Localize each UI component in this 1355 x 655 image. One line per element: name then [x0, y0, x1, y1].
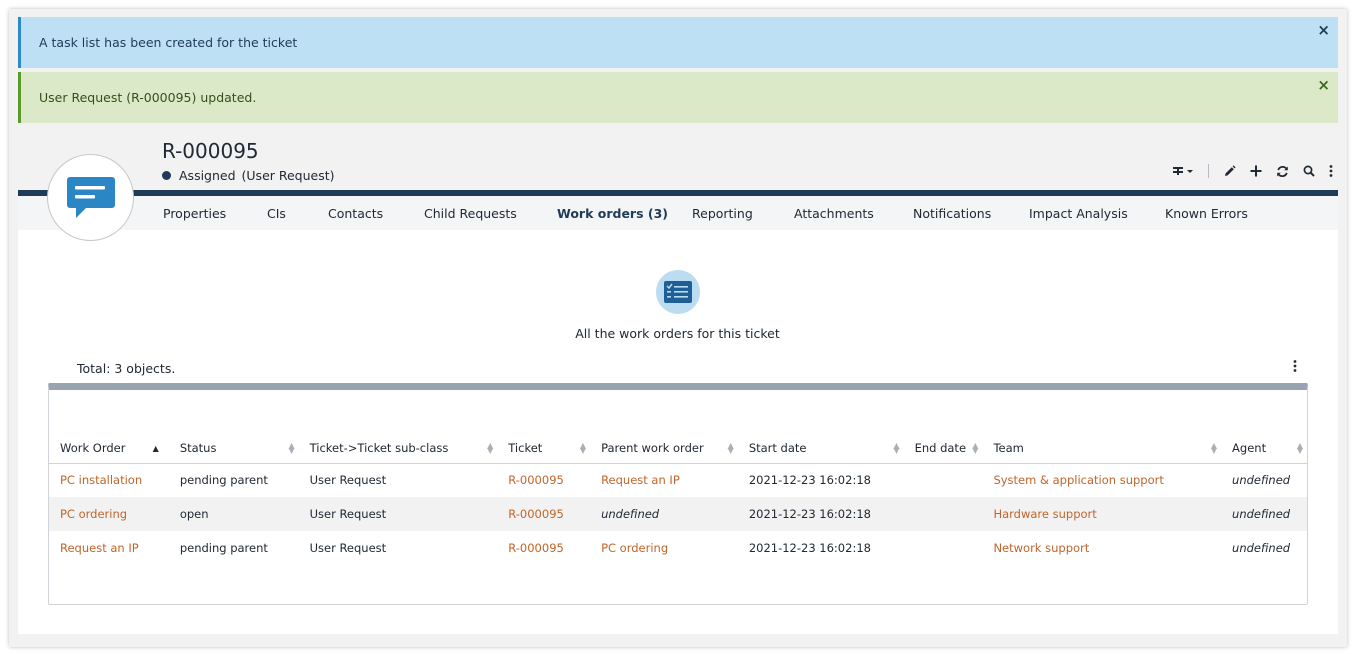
sort-icon: ▲ ▼ [579, 441, 587, 455]
work-orders-table: Work Order ▲ Status ▲ ▼ Ticket->Ticket sub-… [49, 434, 1307, 565]
search-icon[interactable] [1303, 165, 1315, 177]
status-cell: pending parent [179, 473, 268, 488]
sort-icon: ▲ ▼ [487, 441, 494, 455]
end-date-cell [904, 463, 983, 497]
work-orders-description: All the work orders for this ticket [575, 326, 780, 341]
subclass-cell: User Request [309, 473, 387, 488]
column-header-team[interactable]: Team ▲ ▼ [982, 434, 1222, 464]
ticket-class-label: (User Request) [241, 168, 335, 183]
start-date-cell: 2021-12-23 16:02:18 [748, 541, 871, 555]
column-header-work-order[interactable]: Work Order ▲ [49, 434, 169, 464]
ticket-link[interactable]: R-000095 [508, 473, 564, 487]
work-order-link[interactable]: PC installation [60, 473, 142, 487]
tab-attachments[interactable]: Attachments [794, 206, 874, 221]
total-count: Total: 3 objects. [77, 361, 176, 376]
subclass-cell: User Request [309, 541, 387, 555]
work-order-link[interactable]: PC ordering [60, 507, 127, 521]
status-label: Assigned [179, 168, 236, 183]
start-date-cell: 2021-12-23 16:02:18 [748, 473, 871, 488]
subclass-cell: User Request [298, 497, 498, 531]
user-request-icon [66, 176, 115, 218]
column-header-agent[interactable]: Agent ▲ ▼ [1221, 434, 1307, 464]
tab-known-errors[interactable]: Known Errors [1165, 206, 1248, 221]
work-order-link[interactable]: Request an IP [60, 541, 139, 555]
close-icon[interactable]: × [1317, 78, 1330, 93]
refresh-icon[interactable] [1276, 165, 1289, 178]
toolbar-divider [1208, 164, 1209, 178]
column-header-start-date[interactable]: Start date ▲ ▼ [737, 434, 904, 464]
ticket-status: Assigned (User Request) [162, 168, 335, 183]
info-alert: A task list has been created for the tic… [18, 17, 1338, 68]
sort-icon: ▲ ▼ [1296, 441, 1303, 455]
ticket-link[interactable]: R-000095 [508, 507, 564, 521]
column-header-ticket[interactable]: Ticket ▲ ▼ [497, 434, 591, 464]
info-alert-message: A task list has been created for the tic… [39, 35, 298, 50]
more-vertical-icon[interactable] [1329, 165, 1333, 177]
sort-icon: ▲ ▼ [893, 441, 900, 455]
tab-impact-analysis[interactable]: Impact Analysis [1029, 206, 1128, 221]
sort-icon: ▲ ▼ [972, 441, 979, 455]
tab-properties[interactable]: Properties [163, 206, 226, 221]
end-date-cell [903, 497, 983, 531]
pencil-icon[interactable] [1223, 164, 1236, 178]
table-header-row: Work Order ▲ Status ▲ ▼ Ticket->Ticket sub-… [49, 434, 1307, 464]
close-icon[interactable]: × [1317, 23, 1330, 38]
filter-dropdown-icon[interactable] [1172, 165, 1194, 177]
agent-cell: undefined [1232, 473, 1291, 488]
table-row: Request an IP pending parent User Reques… [49, 531, 1307, 565]
column-header-parent-work-order[interactable]: Parent work order ▲ ▼ [590, 434, 738, 464]
sort-icon: ▲ ▼ [727, 441, 734, 455]
ticket-ref: R-000095 [162, 139, 259, 163]
sort-icon: ▲ ▼ [288, 441, 295, 455]
tab-notifications[interactable]: Notifications [913, 206, 991, 221]
success-alert-message: User Request (R-000095) updated. [39, 90, 257, 105]
parent-work-order-cell: undefined [590, 497, 738, 531]
column-header-ticket-subclass[interactable]: Ticket->Ticket sub-class ▲ ▼ [298, 434, 498, 464]
tab-cis[interactable]: CIs [267, 206, 286, 221]
team-link[interactable]: System & application support [993, 473, 1163, 487]
status-cell: open [168, 497, 299, 531]
agent-cell: undefined [1221, 497, 1307, 531]
checklist-icon [656, 270, 700, 314]
parent-work-order-link[interactable]: PC ordering [601, 541, 668, 555]
start-date-cell: 2021-12-23 16:02:18 [737, 497, 904, 531]
work-orders-table-container: Work Order ▲ Status ▲ ▼ Ticket->Ticket sub-… [48, 383, 1308, 605]
agent-cell: undefined [1232, 541, 1291, 555]
sort-asc-icon: ▲ [152, 444, 159, 453]
tab-contacts[interactable]: Contacts [328, 206, 383, 221]
tab-work-orders[interactable]: Work orders (3) [557, 206, 668, 221]
tab-child-requests[interactable]: Child Requests [424, 206, 517, 221]
team-link[interactable]: Hardware support [993, 507, 1096, 521]
avatar [47, 154, 134, 241]
ticket-link[interactable]: R-000095 [508, 541, 564, 555]
tab-bar: Properties CIs Contacts Child Requests W… [18, 196, 1338, 230]
success-alert: User Request (R-000095) updated. × [18, 72, 1338, 123]
status-cell: pending parent [179, 541, 268, 555]
more-vertical-icon[interactable] [1293, 360, 1297, 375]
status-dot-icon [162, 171, 171, 180]
sort-icon: ▲ ▼ [1210, 441, 1218, 455]
column-header-end-date[interactable]: End date ▲ ▼ [903, 434, 983, 464]
table-row: PC ordering open User Request R-000095 u… [49, 497, 1307, 531]
column-header-status[interactable]: Status ▲ ▼ [168, 434, 299, 464]
end-date-cell [904, 531, 983, 565]
object-toolbar [1172, 164, 1333, 178]
plus-icon[interactable] [1250, 165, 1262, 177]
tab-reporting[interactable]: Reporting [692, 206, 753, 221]
table-row: PC installation pending parent User Requ… [49, 463, 1307, 497]
parent-work-order-link[interactable]: Request an IP [601, 473, 680, 487]
team-link[interactable]: Network support [993, 541, 1089, 555]
